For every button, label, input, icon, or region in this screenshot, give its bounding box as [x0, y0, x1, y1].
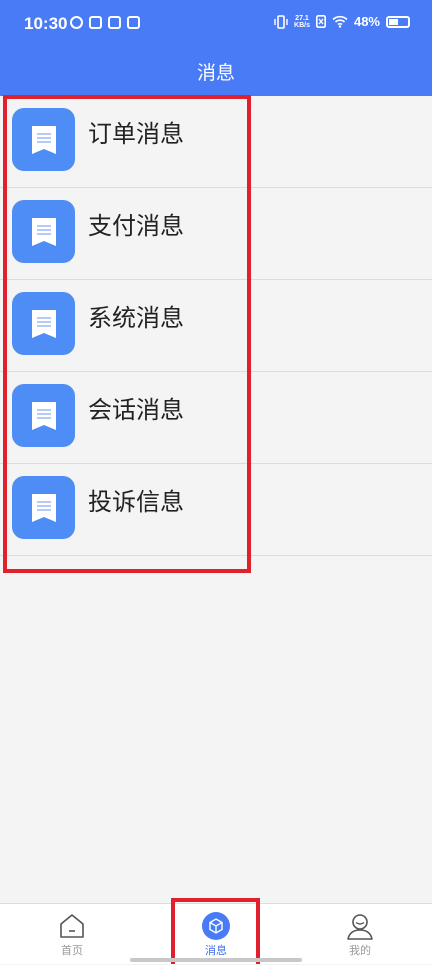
document-icon: [12, 292, 75, 355]
item-label: 会话消息: [88, 396, 184, 424]
net-speed: 27.1 KB/s: [294, 15, 310, 29]
status-right: 27.1 KB/s 48%: [274, 14, 410, 29]
tab-messages[interactable]: 消息: [144, 904, 288, 965]
tab-label: 首页: [61, 944, 83, 957]
cube-icon: [202, 912, 230, 940]
list-item-order-messages[interactable]: 订单消息: [0, 96, 432, 188]
document-icon: [12, 384, 75, 447]
header-bar: 10:30 27.1 KB/s 48% 消息: [0, 0, 432, 96]
item-label: 订单消息: [88, 120, 184, 148]
battery-icon: [386, 15, 410, 28]
home-icon: [58, 912, 86, 940]
item-label: 投诉信息: [88, 488, 184, 516]
tab-mine[interactable]: 我的: [288, 904, 432, 965]
battery-percent: 48%: [353, 14, 380, 29]
user-icon: [346, 912, 374, 940]
message-list: 订单消息 支付消息 系统消息 会话消息 投诉信息: [0, 96, 432, 556]
tab-home[interactable]: 首页: [0, 904, 144, 965]
list-item-chat-messages[interactable]: 会话消息: [0, 372, 432, 464]
document-icon: [12, 108, 75, 171]
tab-label: 我的: [349, 944, 371, 957]
no-sim-icon: [315, 15, 326, 28]
notification-icons: [70, 16, 140, 29]
tab-label: 消息: [205, 944, 227, 957]
list-item-payment-messages[interactable]: 支付消息: [0, 188, 432, 280]
message-notification-icon: [108, 16, 121, 29]
document-icon: [12, 200, 75, 263]
net-speed-unit: KB/s: [294, 21, 310, 29]
bottom-tab-bar: 首页 消息 我的: [0, 903, 432, 964]
document-icon: [12, 476, 75, 539]
wifi-icon: [332, 15, 348, 28]
mail-notification-icon: [89, 16, 102, 29]
list-item-complaint-info[interactable]: 投诉信息: [0, 464, 432, 556]
vibrate-icon: [274, 14, 288, 29]
item-label: 支付消息: [88, 212, 184, 240]
status-bar: 10:30 27.1 KB/s 48%: [0, 0, 432, 50]
list-item-system-messages[interactable]: 系统消息: [0, 280, 432, 372]
page-title: 消息: [196, 62, 235, 84]
status-time: 10:30: [24, 14, 68, 33]
item-label: 系统消息: [88, 304, 184, 332]
gear-notification-icon: [127, 16, 140, 29]
home-indicator[interactable]: [130, 958, 302, 962]
app-notification-icon: [70, 16, 83, 29]
net-speed-value: 27.1: [295, 14, 309, 22]
